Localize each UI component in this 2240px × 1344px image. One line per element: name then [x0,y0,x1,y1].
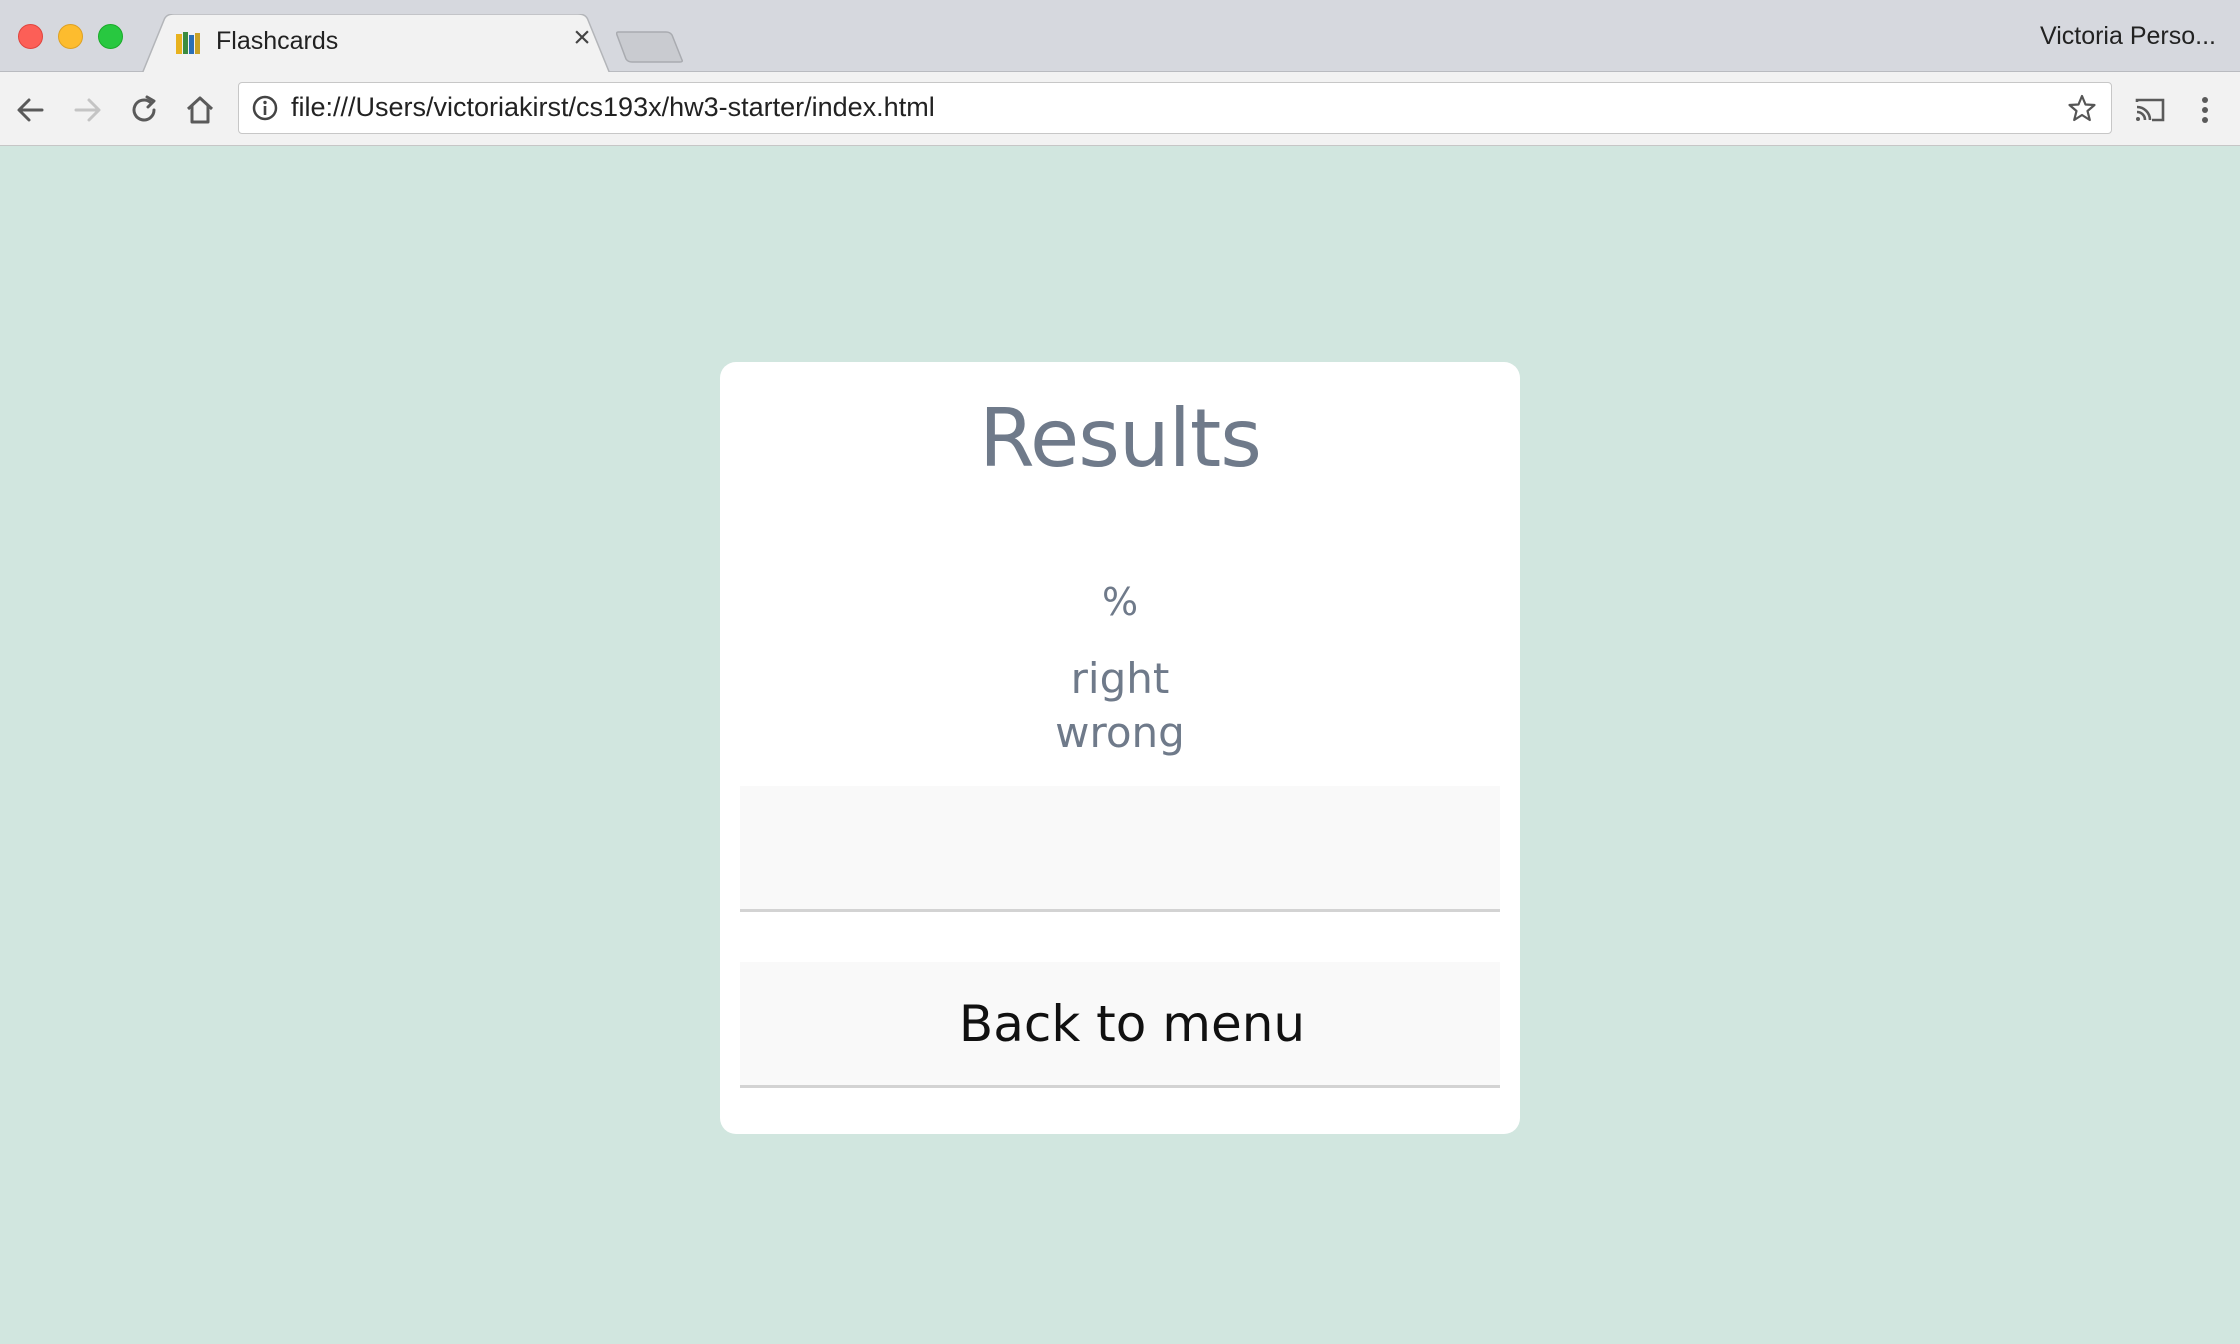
menu-kebab-icon[interactable] [2190,92,2220,128]
cast-icon[interactable] [2132,92,2168,128]
browser-tab[interactable] [142,14,610,74]
back-to-menu-button[interactable]: Back to menu [740,962,1500,1088]
url-text[interactable]: file:///Users/victoriakirst/cs193x/hw3-s… [291,92,935,123]
percent-score: % [1101,580,1139,624]
right-count-label: right [1070,654,1170,703]
window-minimize-button[interactable] [58,24,83,49]
window-close-button[interactable] [18,24,43,49]
bookmark-star-icon[interactable] [2067,93,2097,123]
back-to-menu-label: Back to menu [958,994,1306,1053]
results-title: Results [979,392,1262,485]
window-maximize-button[interactable] [98,24,123,49]
browser-titlebar: Flashcards × Victoria Perso... [0,0,2240,74]
results-card: Results % right wrong Back to menu [720,362,1520,1134]
forward-arrow-icon[interactable] [70,92,106,128]
home-icon[interactable] [182,92,218,128]
flashcards-favicon-icon [176,32,200,54]
new-tab-button[interactable] [616,30,686,64]
browser-toolbar: file:///Users/victoriakirst/cs193x/hw3-s… [0,72,2240,146]
wrong-count-label: wrong [1055,708,1185,757]
continue-button[interactable] [740,786,1500,912]
reload-icon[interactable] [126,92,162,128]
tab-title: Flashcards [216,27,339,55]
info-icon[interactable] [251,94,279,122]
tab-close-icon[interactable]: × [570,23,594,53]
profile-name[interactable]: Victoria Perso... [2040,22,2216,51]
address-bar[interactable]: file:///Users/victoriakirst/cs193x/hw3-s… [238,82,2112,134]
back-arrow-icon[interactable] [12,92,48,128]
